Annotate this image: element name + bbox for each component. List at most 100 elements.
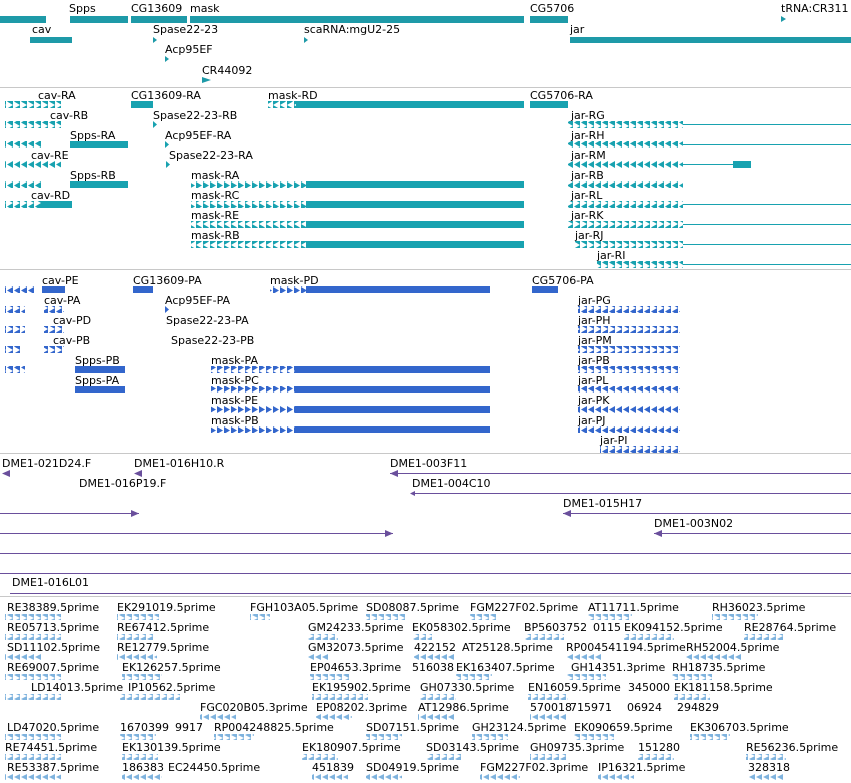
est-label[interactable]: 328318 bbox=[748, 761, 790, 774]
est-arrows[interactable] bbox=[530, 714, 566, 720]
est-label[interactable]: RE38389.5prime bbox=[7, 601, 99, 614]
est-arrows[interactable] bbox=[366, 734, 402, 740]
est-arrows[interactable] bbox=[366, 774, 402, 780]
est-label[interactable]: 451839 bbox=[312, 761, 354, 774]
est-arrows[interactable] bbox=[672, 674, 712, 680]
est-arrows[interactable] bbox=[122, 754, 158, 760]
est-label[interactable]: 516038 bbox=[412, 661, 454, 674]
est-label[interactable]: GH07330.5prime bbox=[420, 681, 514, 694]
est-label[interactable]: SD07151.5prime bbox=[366, 721, 459, 734]
est-arrows[interactable] bbox=[117, 614, 159, 620]
est-label[interactable]: 422152 bbox=[414, 641, 456, 654]
est-arrows[interactable] bbox=[418, 714, 454, 720]
est-label[interactable]: EK306703.5prime bbox=[690, 721, 789, 734]
est-label[interactable]: LD14013.5prime bbox=[31, 681, 123, 694]
est-arrows[interactable] bbox=[5, 734, 61, 740]
est-label[interactable]: 151280 bbox=[638, 741, 680, 754]
est-arrows[interactable] bbox=[312, 694, 368, 700]
est-arrows[interactable] bbox=[250, 614, 270, 620]
est-label[interactable]: FGC020B05.3prime bbox=[200, 701, 308, 714]
est-label[interactable]: FGH103A05.5prime bbox=[250, 601, 358, 614]
est-label[interactable]: EP04653.3prime bbox=[310, 661, 401, 674]
est-arrows[interactable] bbox=[686, 654, 742, 660]
est-label[interactable]: GH14351.3prime bbox=[571, 661, 665, 674]
est-label[interactable]: EK163407.5prime bbox=[456, 661, 555, 674]
est-arrows[interactable] bbox=[638, 754, 674, 760]
est-label[interactable]: EK126257.5prime bbox=[122, 661, 221, 674]
est-label[interactable]: 294829 bbox=[677, 701, 719, 714]
est-arrows[interactable] bbox=[5, 634, 61, 640]
est-arrows[interactable] bbox=[624, 634, 674, 640]
est-label[interactable]: IP16321.5prime bbox=[598, 761, 685, 774]
est-label[interactable]: AT25128.5prime bbox=[462, 641, 553, 654]
est-label[interactable]: EP08202.3prime bbox=[316, 701, 407, 714]
est-arrows[interactable] bbox=[366, 614, 406, 620]
est-arrows[interactable] bbox=[120, 734, 156, 740]
est-arrows[interactable] bbox=[310, 674, 350, 680]
est-arrows[interactable] bbox=[302, 754, 338, 760]
est-arrows[interactable] bbox=[308, 654, 328, 660]
est-arrows[interactable] bbox=[528, 694, 568, 700]
est-label[interactable]: GM24233.5prime bbox=[308, 621, 404, 634]
est-arrows[interactable] bbox=[674, 694, 710, 700]
est-arrows[interactable] bbox=[308, 634, 338, 640]
est-label[interactable]: 1670399 bbox=[120, 721, 169, 734]
est-label[interactable]: RE53387.5prime bbox=[7, 761, 99, 774]
est-arrows[interactable] bbox=[214, 734, 254, 740]
est-arrows[interactable] bbox=[748, 774, 784, 780]
est-label[interactable]: RH52004.5prime bbox=[686, 641, 779, 654]
est-label[interactable]: EK181158.5prime bbox=[674, 681, 773, 694]
est-arrows[interactable] bbox=[588, 614, 632, 620]
est-arrows[interactable] bbox=[414, 654, 454, 660]
est-label[interactable]: IP10562.5prime bbox=[128, 681, 215, 694]
est-arrows[interactable] bbox=[530, 754, 566, 760]
est-arrows[interactable] bbox=[566, 674, 606, 680]
est-arrows[interactable] bbox=[470, 614, 496, 620]
est-arrows[interactable] bbox=[744, 634, 784, 640]
est-arrows[interactable] bbox=[5, 654, 41, 660]
est-arrows[interactable] bbox=[690, 734, 730, 740]
est-label[interactable]: SD08087.5prime bbox=[366, 601, 459, 614]
est-arrows[interactable] bbox=[574, 734, 614, 740]
est-label[interactable]: 715971 bbox=[570, 701, 612, 714]
est-label[interactable]: GM32073.5prime bbox=[308, 641, 404, 654]
est-label[interactable]: EK291019.5prime bbox=[117, 601, 216, 614]
est-arrows[interactable] bbox=[5, 754, 61, 760]
est-arrows[interactable] bbox=[426, 754, 462, 760]
est-label[interactable]: EK130139.5prime bbox=[122, 741, 221, 754]
est-label[interactable]: 570018 bbox=[530, 701, 572, 714]
est-arrows[interactable] bbox=[472, 734, 508, 740]
est-label[interactable]: GH23124.5prime bbox=[472, 721, 566, 734]
est-label[interactable]: EN16059.5prime bbox=[528, 681, 621, 694]
est-label[interactable]: RE67412.5prime bbox=[117, 621, 209, 634]
est-label[interactable]: FGM227F02.5prime bbox=[470, 601, 578, 614]
est-arrows[interactable] bbox=[117, 654, 157, 660]
est-arrows[interactable] bbox=[122, 774, 162, 780]
est-label[interactable]: EK058302.5prime bbox=[412, 621, 511, 634]
est-label[interactable]: SD11102.5prime bbox=[7, 641, 100, 654]
est-arrows[interactable] bbox=[122, 674, 162, 680]
est-label[interactable]: AT12986.5prime bbox=[418, 701, 509, 714]
est-label[interactable]: GH09735.3prime bbox=[530, 741, 624, 754]
est-label[interactable]: RE69007.5prime bbox=[7, 661, 99, 674]
est-arrows[interactable] bbox=[200, 714, 236, 720]
est-label[interactable]: RH36023.5prime bbox=[712, 601, 805, 614]
est-arrows[interactable] bbox=[746, 754, 786, 760]
est-label[interactable]: 06924 bbox=[627, 701, 662, 714]
est-label[interactable]: SD04919.5prime bbox=[366, 761, 459, 774]
est-label[interactable]: 0115 bbox=[593, 621, 621, 634]
est-label[interactable]: 9917 bbox=[175, 721, 203, 734]
est-arrows[interactable] bbox=[5, 674, 61, 680]
est-arrows[interactable] bbox=[120, 694, 180, 700]
est-arrows[interactable] bbox=[456, 674, 492, 680]
est-arrows[interactable] bbox=[598, 774, 634, 780]
est-label[interactable]: 345000 bbox=[628, 681, 670, 694]
est-label[interactable]: BP5603752 bbox=[524, 621, 587, 634]
est-arrows[interactable] bbox=[5, 774, 61, 780]
est-label[interactable]: RE74451.5prime bbox=[5, 741, 97, 754]
est-arrows[interactable] bbox=[480, 774, 520, 780]
est-label[interactable]: RP004248825.5prime bbox=[214, 721, 334, 734]
est-label[interactable]: RP004541194.5prime bbox=[566, 641, 686, 654]
est-arrows[interactable] bbox=[5, 694, 61, 700]
est-arrows[interactable] bbox=[117, 634, 153, 640]
